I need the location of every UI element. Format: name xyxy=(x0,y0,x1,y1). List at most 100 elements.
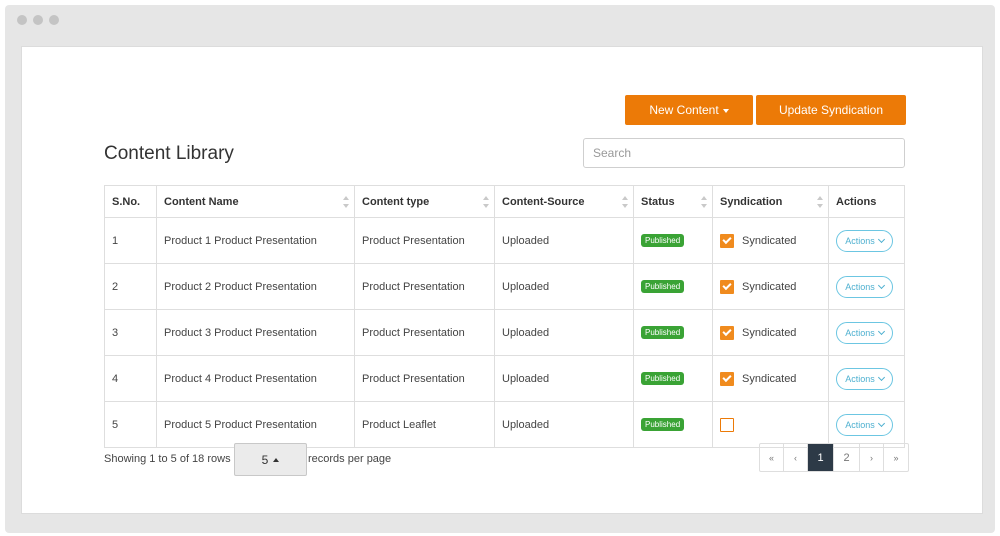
cell-status: Published xyxy=(633,217,713,264)
status-badge: Published xyxy=(641,418,685,431)
status-badge: Published xyxy=(641,280,685,293)
search-input[interactable] xyxy=(583,138,905,168)
checkmark-icon xyxy=(722,280,732,291)
table-row: 1 Product 1 Product Presentation Product… xyxy=(104,217,905,264)
first-page-button[interactable]: « xyxy=(760,444,784,471)
table-row: 3 Product 3 Product Presentation Product… xyxy=(104,309,905,356)
actions-label: Actions xyxy=(845,419,875,430)
syndication-checkbox[interactable] xyxy=(720,371,734,386)
cell-content-name: Product 5 Product Presentation xyxy=(156,401,355,448)
actions-label: Actions xyxy=(845,235,875,246)
pagination-summary: Showing 1 to 5 of 18 rows xyxy=(104,453,231,465)
cell-status: Published xyxy=(633,309,713,356)
cell-content-name: Product 1 Product Presentation xyxy=(156,217,355,264)
update-syndication-button[interactable]: Update Syndication xyxy=(756,95,906,125)
sort-icon xyxy=(817,196,824,208)
cell-content-type: Product Presentation xyxy=(354,217,495,264)
header-actions-label: Actions xyxy=(836,195,877,208)
cell-content-source: Uploaded xyxy=(494,309,634,356)
checkmark-icon xyxy=(722,326,732,337)
checkmark-icon xyxy=(722,234,732,245)
cell-actions: Actions xyxy=(828,263,905,310)
actions-label: Actions xyxy=(845,373,875,384)
new-content-button[interactable]: New Content xyxy=(625,95,753,125)
cell-status: Published xyxy=(633,355,713,402)
page-button-1[interactable]: 1 xyxy=(808,444,834,471)
status-badge: Published xyxy=(641,326,685,339)
actions-dropdown-button[interactable]: Actions xyxy=(836,229,893,252)
actions-label: Actions xyxy=(845,327,875,338)
header-sno-label: S.No. xyxy=(112,195,141,208)
cell-syndication xyxy=(712,401,829,448)
cell-content-type: Product Presentation xyxy=(354,309,495,356)
cell-actions: Actions xyxy=(828,309,905,356)
page-size-dropdown[interactable]: 5 xyxy=(234,443,307,476)
cell-content-source: Uploaded xyxy=(494,263,634,310)
table-row: 4 Product 4 Product Presentation Product… xyxy=(104,355,905,402)
cell-content-source: Uploaded xyxy=(494,355,634,402)
table-header-row: S.No. Content Name Content type Content-… xyxy=(104,185,905,218)
syndication-checkbox[interactable] xyxy=(720,417,734,432)
checkmark-icon xyxy=(722,372,732,383)
cell-content-type: Product Presentation xyxy=(354,355,495,402)
header-content-source[interactable]: Content-Source xyxy=(494,185,634,218)
cell-sno: 1 xyxy=(104,217,157,264)
pagination: « ‹ 1 2 › » xyxy=(759,443,909,472)
status-badge: Published xyxy=(641,234,685,247)
actions-dropdown-button[interactable]: Actions xyxy=(836,367,893,390)
cell-syndication: Syndicated xyxy=(712,217,829,264)
prev-page-button[interactable]: ‹ xyxy=(784,444,808,471)
actions-dropdown-button[interactable]: Actions xyxy=(836,321,893,344)
content-table: S.No. Content Name Content type Content-… xyxy=(104,185,905,448)
window-dot-icon xyxy=(17,15,27,25)
window-controls xyxy=(17,15,59,25)
header-content-name-label: Content Name xyxy=(164,195,239,208)
last-page-button[interactable]: » xyxy=(884,444,908,471)
cell-content-source: Uploaded xyxy=(494,217,634,264)
cell-sno: 5 xyxy=(104,401,157,448)
header-syndication[interactable]: Syndication xyxy=(712,185,829,218)
header-content-type[interactable]: Content type xyxy=(354,185,495,218)
actions-label: Actions xyxy=(845,281,875,292)
chevron-down-icon xyxy=(877,235,885,243)
cell-status: Published xyxy=(633,401,713,448)
syndication-checkbox[interactable] xyxy=(720,325,734,340)
cell-sno: 4 xyxy=(104,355,157,402)
table-row: 5 Product 5 Product Presentation Product… xyxy=(104,401,905,448)
syndication-checkbox[interactable] xyxy=(720,279,734,294)
next-page-button[interactable]: › xyxy=(860,444,884,471)
sort-icon xyxy=(622,196,629,208)
cell-content-type: Product Leaflet xyxy=(354,401,495,448)
cell-syndication: Syndicated xyxy=(712,355,829,402)
header-status[interactable]: Status xyxy=(633,185,713,218)
chevron-down-icon xyxy=(877,281,885,289)
actions-dropdown-button[interactable]: Actions xyxy=(836,275,893,298)
syndication-label: Syndicated xyxy=(742,280,797,293)
page-button-2[interactable]: 2 xyxy=(834,444,860,471)
records-per-page-label: records per page xyxy=(308,453,392,465)
syndication-checkbox[interactable] xyxy=(720,233,734,248)
cell-actions: Actions xyxy=(828,401,905,448)
page-size-value: 5 xyxy=(261,452,269,467)
chevron-down-icon xyxy=(877,327,885,335)
cell-content-name: Product 2 Product Presentation xyxy=(156,263,355,310)
cell-content-name: Product 4 Product Presentation xyxy=(156,355,355,402)
content-panel: New Content Update Syndication Content L… xyxy=(21,46,983,514)
header-content-name[interactable]: Content Name xyxy=(156,185,355,218)
window-dot-icon xyxy=(49,15,59,25)
header-sno: S.No. xyxy=(104,185,157,218)
cell-syndication: Syndicated xyxy=(712,309,829,356)
actions-dropdown-button[interactable]: Actions xyxy=(836,413,893,436)
caret-up-icon xyxy=(273,457,280,462)
cell-sno: 2 xyxy=(104,263,157,310)
header-syndication-label: Syndication xyxy=(720,195,783,208)
browser-window: New Content Update Syndication Content L… xyxy=(5,5,995,533)
cell-status: Published xyxy=(633,263,713,310)
syndication-label: Syndicated xyxy=(742,372,797,385)
sort-icon xyxy=(343,196,350,208)
cell-actions: Actions xyxy=(828,355,905,402)
header-actions: Actions xyxy=(828,185,905,218)
cell-sno: 3 xyxy=(104,309,157,356)
cell-content-type: Product Presentation xyxy=(354,263,495,310)
cell-actions: Actions xyxy=(828,217,905,264)
